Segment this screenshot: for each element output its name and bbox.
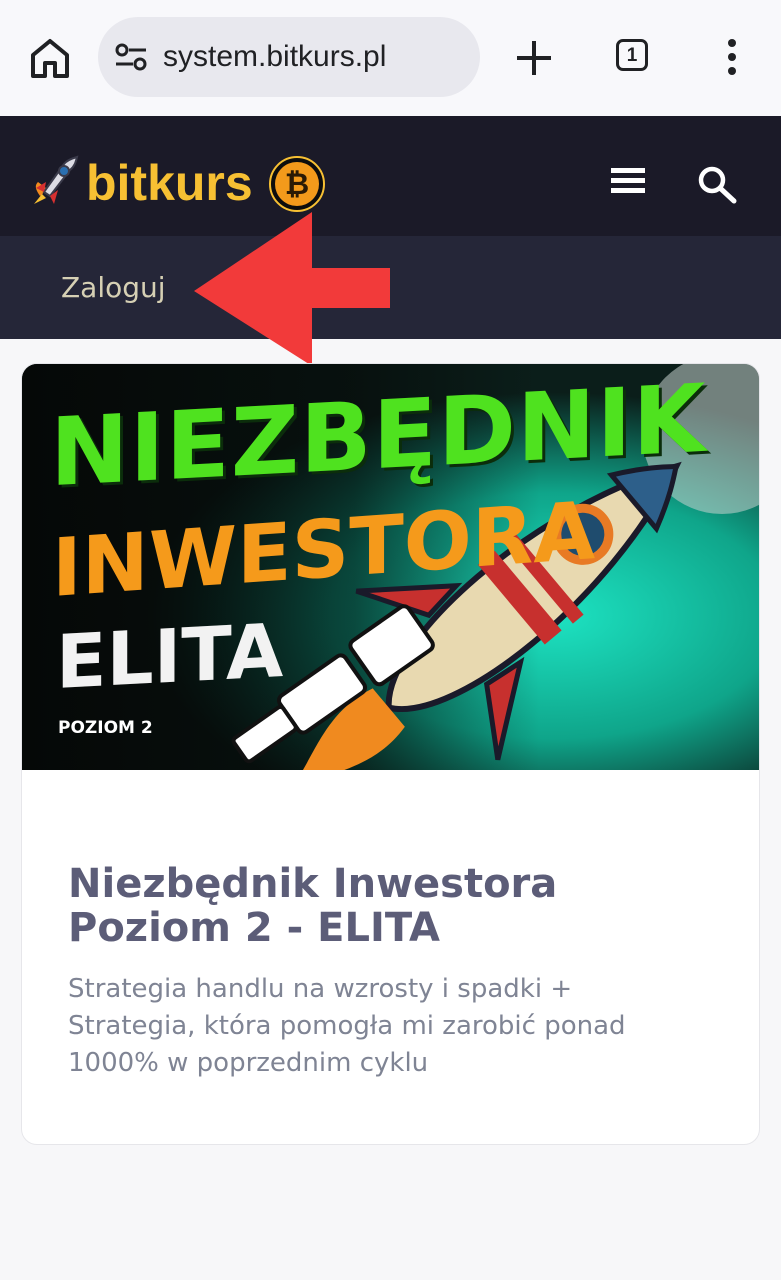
banner-level-label: POZIOM 2 (58, 718, 153, 738)
course-description: Strategia handlu na wzrosty i spadki + S… (68, 974, 626, 1078)
url-text[interactable]: system.bitkurs.pl (163, 39, 386, 75)
banner-title-line3: ELITA (56, 608, 284, 706)
svg-text:₿: ₿ (285, 167, 309, 202)
tab-count: 1 (626, 45, 638, 66)
address-bar[interactable]: system.bitkurs.pl (98, 17, 480, 97)
course-card[interactable]: NIEZBĘDNIK INWESTORA ELITA POZIOM 2 Niez… (21, 363, 760, 1145)
hamburger-menu-icon[interactable] (610, 166, 646, 196)
site-logo[interactable]: bitkurs (86, 152, 253, 214)
course-banner-image[interactable]: NIEZBĘDNIK INWESTORA ELITA POZIOM 2 (22, 364, 759, 770)
site-settings-icon[interactable] (114, 41, 148, 73)
course-title[interactable]: Niezbędnik Inwestora Poziom 2 - ELITA (68, 862, 718, 950)
home-icon[interactable] (24, 32, 76, 84)
login-link[interactable]: Zaloguj (61, 270, 166, 306)
new-tab-icon[interactable] (512, 36, 556, 80)
bitcoin-icon: ₿ (269, 156, 325, 212)
annotation-arrow (192, 210, 392, 368)
tabs-icon[interactable]: 1 (616, 39, 648, 71)
search-icon[interactable] (696, 164, 738, 204)
rocket-icon (26, 152, 82, 208)
more-menu-icon[interactable] (717, 36, 747, 80)
browser-toolbar: system.bitkurs.pl 1 (0, 0, 781, 116)
